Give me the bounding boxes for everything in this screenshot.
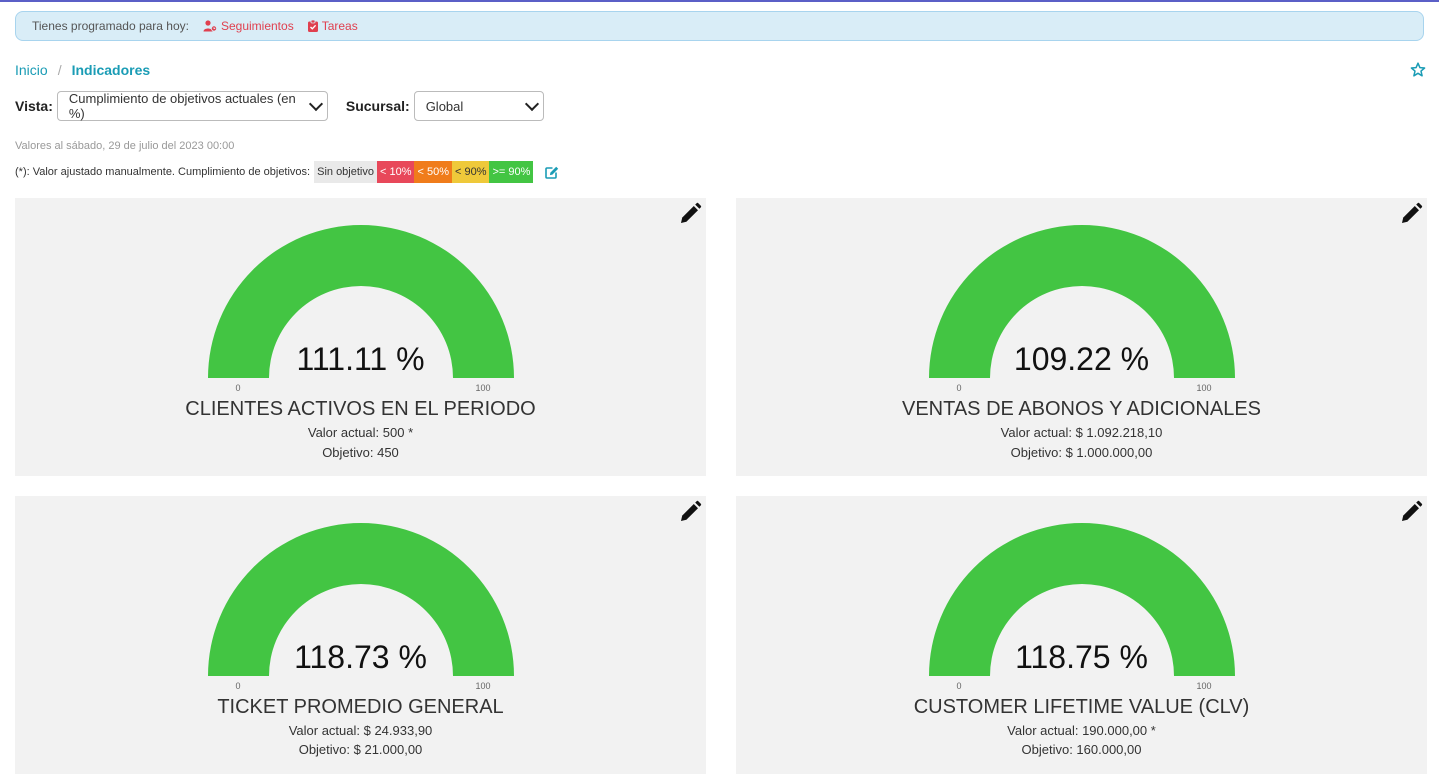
branch-select-value: Global — [425, 98, 464, 114]
gauge-min-label: 0 — [235, 383, 240, 393]
followups-label: Seguimientos — [220, 19, 294, 33]
breadcrumb-current: Indicadores — [71, 62, 151, 78]
target-value: Objetivo: $ 1.000.000,00 — [1010, 445, 1153, 460]
target-value: Objetivo: 160.000,00 — [1021, 742, 1142, 757]
breadcrumb-separator: / — [57, 62, 62, 78]
followups-link[interactable]: Seguimientos — [203, 19, 294, 33]
gauge-max-label: 100 — [1196, 681, 1211, 691]
indicator-title: VENTAS DE ABONOS Y ADICIONALES — [901, 398, 1261, 420]
schedule-alert: Tienes programado para hoy: Seguimientos… — [15, 11, 1424, 41]
legend-text: (*): Valor ajustado manualmente. Cumplim… — [15, 166, 311, 178]
indicator-card: 0 100 111.11 % CLIENTES ACTIVOS EN EL PE… — [15, 198, 706, 476]
clipboard-check-icon — [307, 20, 318, 32]
current-value: Valor actual: $ 24.933,90 — [288, 723, 433, 738]
top-accent-line — [0, 0, 1439, 2]
gauge-min-label: 0 — [235, 681, 240, 691]
gauge-max-label: 100 — [475, 681, 490, 691]
favorite-star-icon[interactable] — [1410, 62, 1426, 78]
view-select-value: Cumplimiento de objetivos actuales (en %… — [68, 91, 296, 121]
indicator-card: 0 100 118.75 % CUSTOMER LIFETIME VALUE (… — [736, 496, 1427, 774]
goal-legend: (*): Valor ajustado manualmente. Cumplim… — [15, 161, 559, 183]
current-value: Valor actual: 500 * — [307, 425, 414, 440]
legend-chip: < 50% — [414, 161, 452, 183]
indicator-card: 0 100 118.73 % TICKET PROMEDIO GENERAL V… — [15, 496, 706, 774]
target-value: Objetivo: 450 — [322, 445, 399, 460]
view-label: Vista: — [15, 98, 53, 114]
tasks-link[interactable]: Tareas — [307, 19, 358, 33]
breadcrumb: Inicio / Indicadores — [15, 62, 150, 78]
gauge-max-label: 100 — [1196, 383, 1211, 393]
alert-text: Tienes programado para hoy: — [32, 19, 189, 33]
target-value: Objetivo: $ 21.000,00 — [298, 742, 423, 757]
values-as-of: Valores al sábado, 29 de julio del 2023 … — [15, 140, 235, 152]
branch-label: Sucursal: — [345, 98, 410, 114]
indicator-title: CLIENTES ACTIVOS EN EL PERIODO — [185, 398, 536, 420]
tasks-label: Tareas — [321, 19, 358, 33]
gauge-value: 118.75 % — [1015, 639, 1148, 675]
indicator-card: 0 100 109.22 % VENTAS DE ABONOS Y ADICIO… — [736, 198, 1427, 476]
filters-bar: Vista: Cumplimiento de objetivos actuale… — [15, 91, 544, 121]
gauge-value: 111.11 % — [296, 341, 425, 377]
indicator-title: CUSTOMER LIFETIME VALUE (CLV) — [913, 696, 1250, 718]
current-value: Valor actual: $ 1.092.218,10 — [1000, 425, 1163, 440]
legend-chip: >= 90% — [489, 161, 534, 183]
legend-chip: < 90% — [451, 161, 490, 183]
current-value: Valor actual: 190.000,00 * — [1007, 723, 1156, 738]
view-select[interactable]: Cumplimiento de objetivos actuales (en %… — [56, 91, 328, 121]
gauge-min-label: 0 — [956, 383, 961, 393]
gauge-min-label: 0 — [956, 681, 961, 691]
gauge-value: 109.22 % — [1013, 341, 1150, 377]
gauge-value: 118.73 % — [294, 639, 427, 675]
edit-legend-icon[interactable] — [545, 166, 559, 179]
chevron-down-icon — [308, 96, 323, 111]
user-clock-icon — [203, 20, 217, 32]
legend-chip: Sin objetivo — [314, 161, 377, 183]
gauge-max-label: 100 — [475, 383, 490, 393]
indicator-title: TICKET PROMEDIO GENERAL — [217, 696, 504, 718]
chevron-down-icon — [524, 96, 539, 111]
branch-select[interactable]: Global — [413, 91, 544, 121]
breadcrumb-home[interactable]: Inicio — [15, 62, 48, 78]
legend-chip: < 10% — [376, 161, 415, 183]
